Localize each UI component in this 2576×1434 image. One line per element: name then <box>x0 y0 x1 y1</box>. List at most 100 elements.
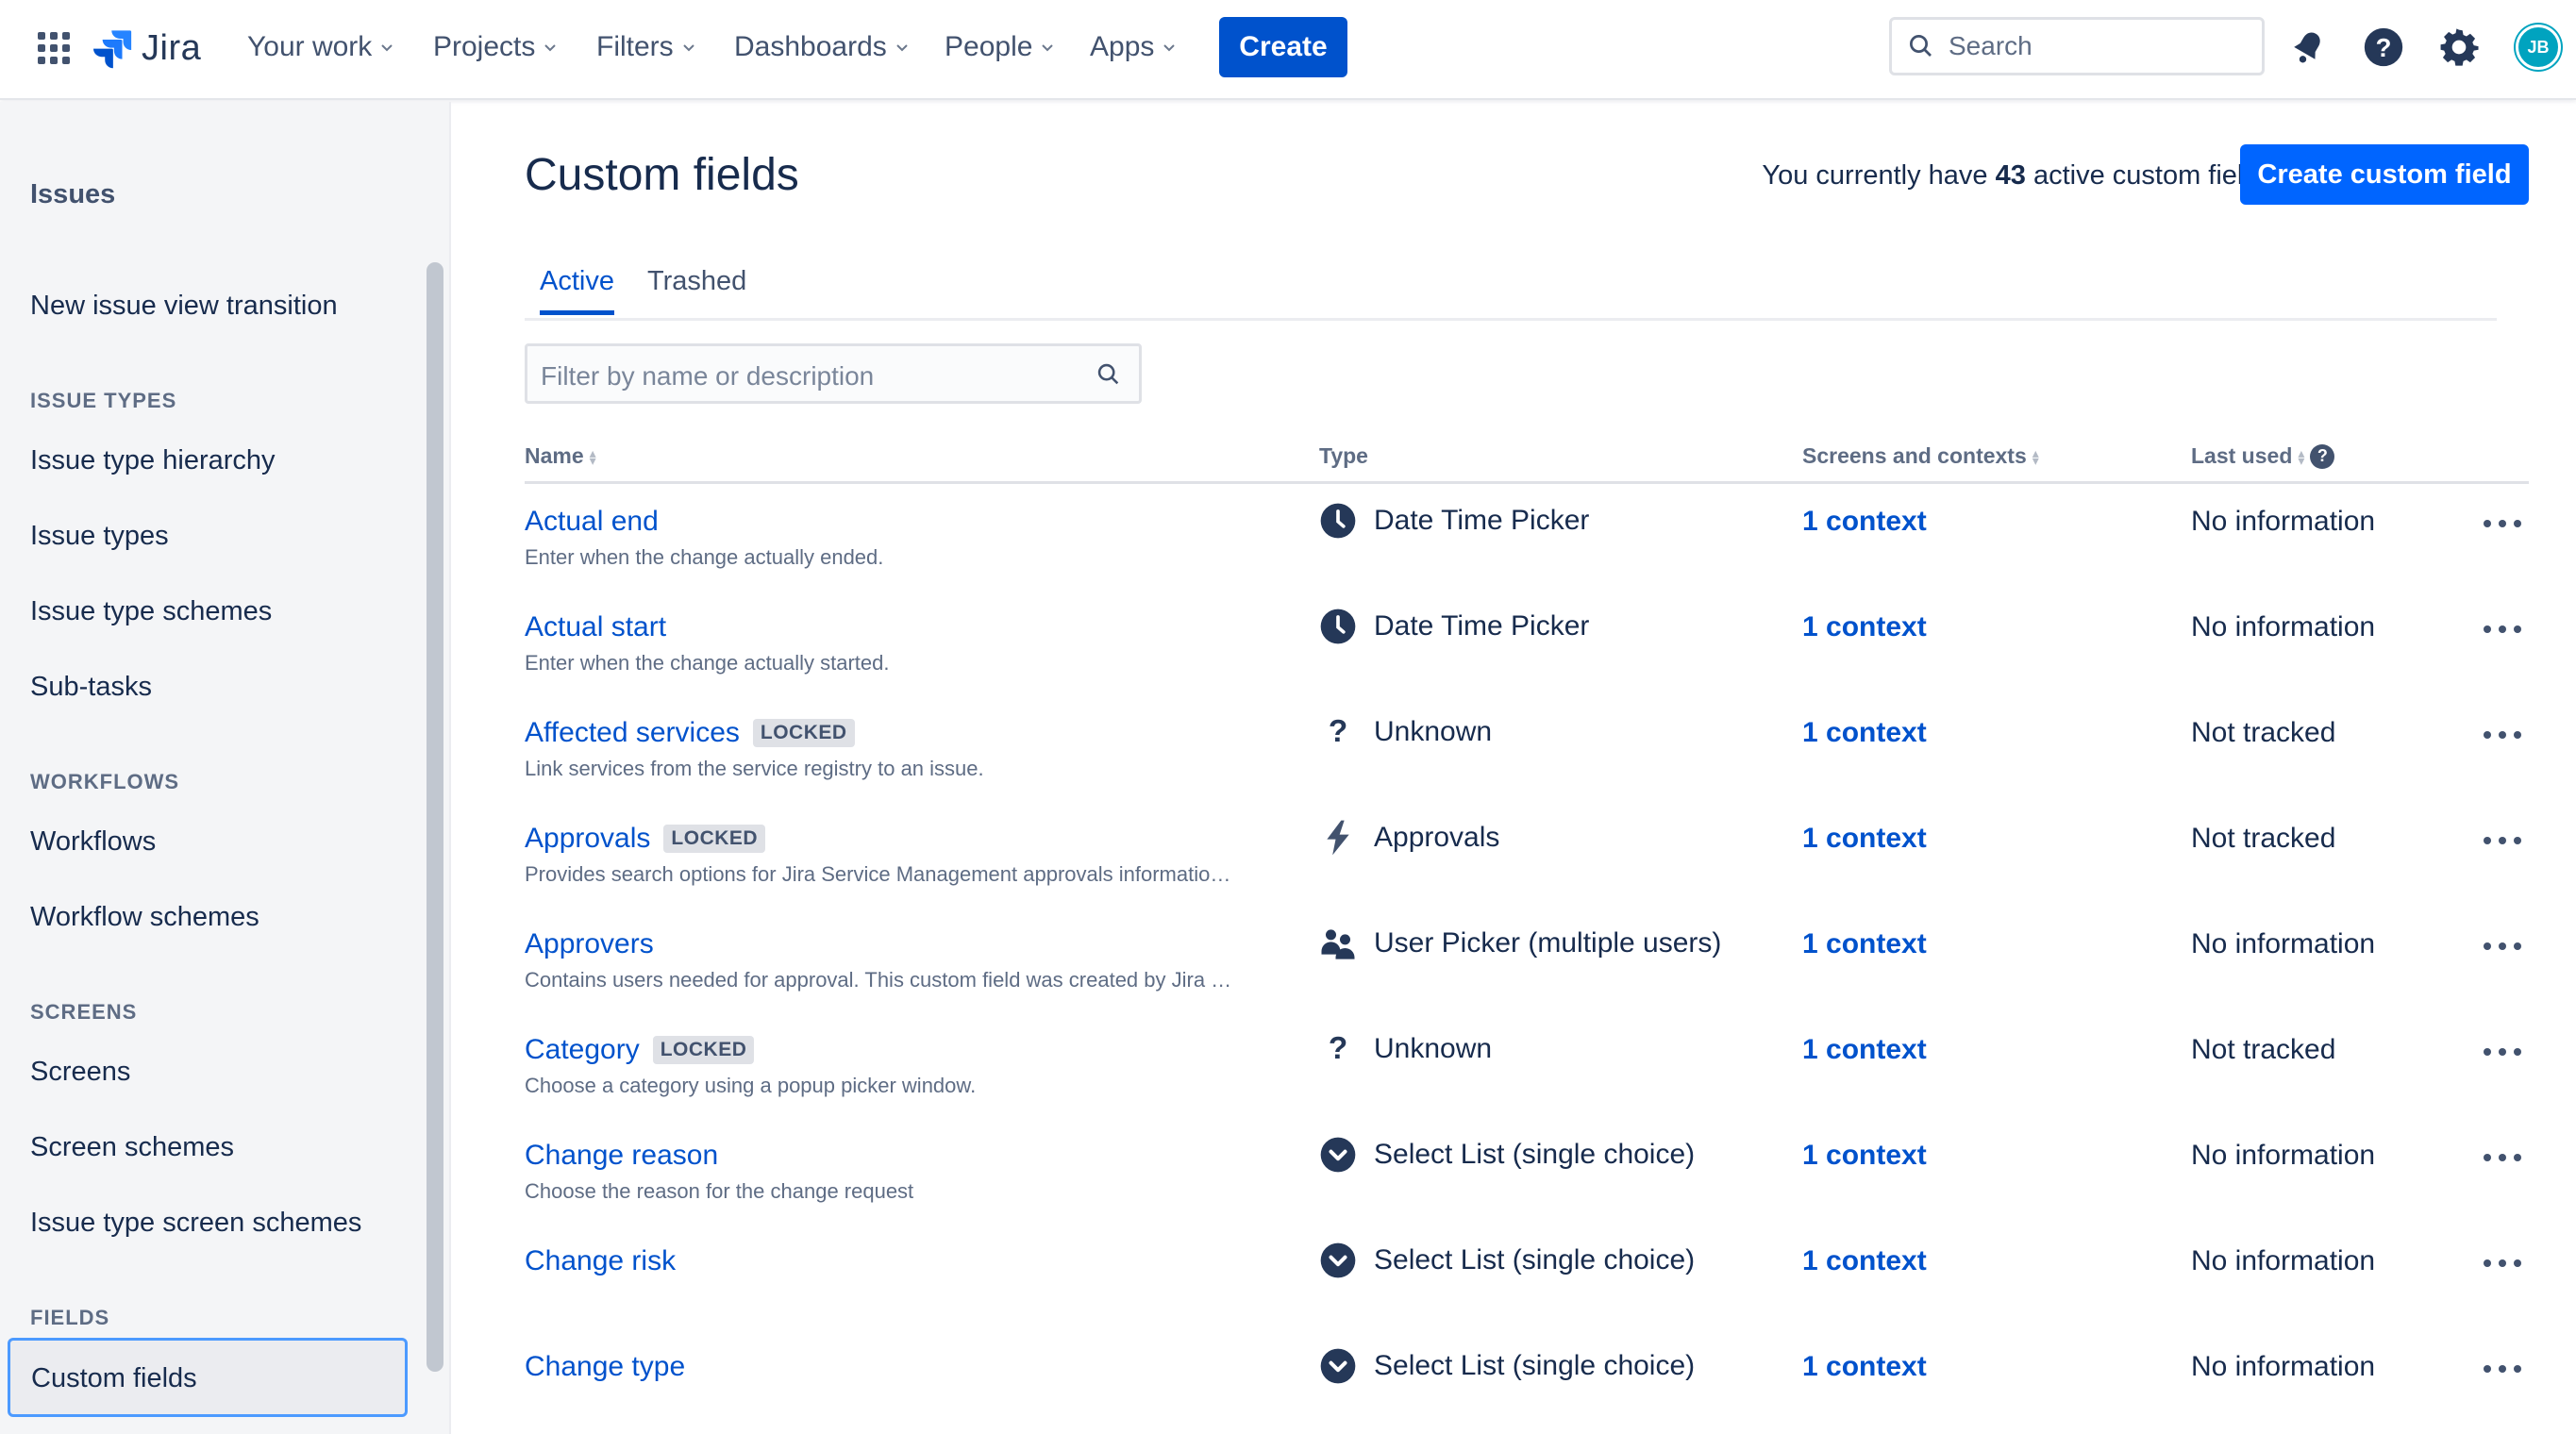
table-row: Change reason Choose the reason for the c… <box>451 1137 2576 1245</box>
chevron-down-icon <box>1163 44 1176 52</box>
field-name[interactable]: Change risk <box>525 1245 676 1277</box>
sidebar-item-screen-schemes[interactable]: Screen schemes <box>30 1132 234 1163</box>
nav-apps[interactable]: Apps <box>1090 26 1177 68</box>
help-icon[interactable]: ? <box>2310 443 2335 469</box>
nav-dashboards[interactable]: Dashboards <box>734 26 910 68</box>
nav-your-work[interactable]: Your work <box>247 26 394 68</box>
tab-trashed[interactable]: Trashed <box>647 266 746 310</box>
sort-icon: ▴ ▾ <box>2298 444 2305 468</box>
field-type-label: Approvals <box>1374 822 1500 853</box>
column-header-last-used[interactable]: Last used ▴ ▾ ? <box>2191 443 2335 469</box>
svg-text:?: ? <box>1329 714 1347 749</box>
sidebar-item-issue-type-schemes[interactable]: Issue type schemes <box>30 596 272 627</box>
more-actions-icon[interactable] <box>2484 615 2521 643</box>
more-actions-icon[interactable] <box>2484 826 2521 855</box>
field-name[interactable]: Change type <box>525 1351 685 1383</box>
sidebar-scrollbar[interactable] <box>427 262 443 1372</box>
sort-icon: ▴ ▾ <box>2032 444 2039 468</box>
last-used: Not tracked <box>2191 717 2336 748</box>
field-name-link[interactable]: Change risk <box>525 1245 676 1277</box>
lightning-icon <box>1319 819 1357 857</box>
field-name-link[interactable]: Approvers <box>525 928 654 960</box>
context-link[interactable]: 1 context <box>1802 1140 1927 1172</box>
column-header-name[interactable]: Name ▴ ▾ <box>525 443 596 469</box>
locked-badge: LOCKED <box>652 1036 755 1064</box>
sidebar-item-issue-type-hierarchy[interactable]: Issue type hierarchy <box>30 445 276 476</box>
create-button[interactable]: Create <box>1219 17 1347 77</box>
context-link[interactable]: 1 context <box>1802 823 1927 855</box>
context-link[interactable]: 1 context <box>1802 1351 1927 1383</box>
column-header-screens-and-contexts[interactable]: Screens and contexts ▴ ▾ <box>1802 443 2039 469</box>
field-description: Link services from the service registry … <box>525 757 984 780</box>
column-label: Name <box>525 443 584 468</box>
help-button[interactable]: ? <box>2361 25 2406 70</box>
more-actions-icon[interactable] <box>2484 509 2521 538</box>
field-name-link[interactable]: Category LOCKED <box>525 1034 755 1066</box>
sidebar-item-workflows[interactable]: Workflows <box>30 826 156 858</box>
sidebar-item-new-issue-view-transition[interactable]: New issue view transition <box>30 291 338 322</box>
nav-projects[interactable]: Projects <box>433 26 558 68</box>
search-input[interactable]: Search <box>1889 17 2265 75</box>
nav-label: Dashboards <box>734 31 887 62</box>
clock-icon <box>1319 502 1357 540</box>
more-actions-icon[interactable] <box>2484 1143 2521 1172</box>
more-actions-icon[interactable] <box>2484 932 2521 960</box>
field-name[interactable]: Approvals <box>525 823 650 855</box>
search-icon <box>1910 35 1932 57</box>
field-type-label: User Picker (multiple users) <box>1374 927 1722 959</box>
sidebar-item-label: Custom fields <box>31 1363 197 1393</box>
field-name-link[interactable]: Actual end <box>525 506 659 538</box>
sidebar-item-screens[interactable]: Screens <box>30 1057 130 1088</box>
field-name-link[interactable]: Change reason <box>525 1140 718 1172</box>
select-chevron-icon <box>1319 1136 1357 1174</box>
sidebar-item-sub-tasks[interactable]: Sub-tasks <box>30 672 152 703</box>
sidebar-item-workflow-schemes[interactable]: Workflow schemes <box>30 902 259 933</box>
context-link[interactable]: 1 context <box>1802 1245 1927 1277</box>
field-name-link[interactable]: Change type <box>525 1351 685 1383</box>
more-actions-icon[interactable] <box>2484 721 2521 749</box>
tab-active[interactable]: Active <box>540 266 614 315</box>
field-type: User Picker (multiple users) <box>1319 925 1721 962</box>
more-actions-icon[interactable] <box>2484 1355 2521 1383</box>
field-name[interactable]: Category <box>525 1034 640 1066</box>
avatar[interactable]: JB <box>2516 25 2561 70</box>
app-switcher-icon[interactable] <box>38 32 70 64</box>
chevron-down-icon <box>682 44 694 52</box>
field-name[interactable]: Actual start <box>525 611 666 643</box>
field-name[interactable]: Approvers <box>525 928 654 960</box>
field-name[interactable]: Actual end <box>525 506 659 538</box>
context-link[interactable]: 1 context <box>1802 928 1927 960</box>
sidebar-item-custom-fields[interactable]: Custom fields <box>8 1338 408 1417</box>
nav-filters[interactable]: Filters <box>596 26 696 68</box>
chevron-down-icon <box>896 44 908 52</box>
context-link[interactable]: 1 context <box>1802 506 1927 538</box>
jira-logo[interactable]: Jira <box>91 23 201 74</box>
field-type: Select List (single choice) <box>1319 1136 1695 1174</box>
sidebar-item-issue-types[interactable]: Issue types <box>30 521 169 552</box>
context-link[interactable]: 1 context <box>1802 1034 1927 1066</box>
notifications-button[interactable] <box>2285 25 2331 70</box>
settings-button[interactable] <box>2436 25 2482 70</box>
sidebar-item-issue-type-screen-schemes[interactable]: Issue type screen schemes <box>30 1208 361 1239</box>
count-suffix: active custom fields <box>2032 160 2272 191</box>
field-type: Approvals <box>1319 819 1499 857</box>
select-chevron-icon <box>1319 1347 1357 1385</box>
field-name-link[interactable]: Actual start <box>525 611 666 643</box>
table-row: Actual start Enter when the change actual… <box>451 609 2576 717</box>
field-name-link[interactable]: Approvals LOCKED <box>525 823 766 855</box>
page-title: Custom fields <box>525 150 799 200</box>
filter-input[interactable]: Filter by name or description <box>525 343 1142 404</box>
svg-text:?: ? <box>1329 1031 1347 1066</box>
create-custom-field-button[interactable]: Create custom field <box>2240 144 2529 205</box>
nav-people[interactable]: People <box>945 26 1055 68</box>
field-name-link[interactable]: Affected services LOCKED <box>525 717 855 749</box>
field-name[interactable]: Change reason <box>525 1140 718 1172</box>
field-name[interactable]: Affected services <box>525 717 740 749</box>
field-description: Enter when the change actually started. <box>525 651 890 675</box>
context-link[interactable]: 1 context <box>1802 611 1927 643</box>
more-actions-icon[interactable] <box>2484 1038 2521 1066</box>
more-actions-icon[interactable] <box>2484 1249 2521 1277</box>
context-link[interactable]: 1 context <box>1802 717 1927 749</box>
field-description: Enter when the change actually ended. <box>525 545 884 569</box>
active-field-count: You currently have 43 active custom fiel… <box>1762 160 2272 192</box>
